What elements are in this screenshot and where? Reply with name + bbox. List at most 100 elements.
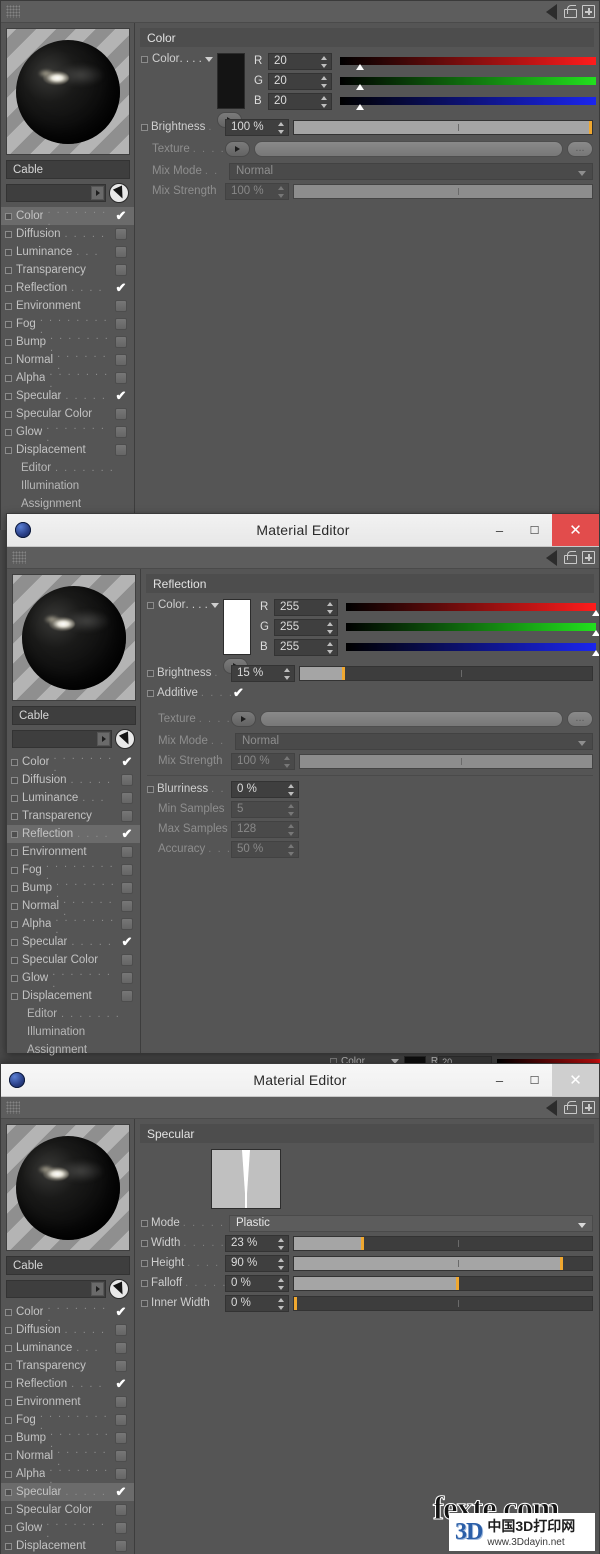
color-g-slider-2[interactable] <box>346 623 599 636</box>
channel-item-glow[interactable]: Glow. . . . . . . . <box>1 1516 134 1540</box>
channel-item-luminance[interactable]: Luminance. . . <box>1 243 134 261</box>
channel-keyframe-toggle[interactable] <box>11 866 18 874</box>
color-g-slider-1[interactable] <box>340 77 596 90</box>
channel-enable-checkbox[interactable] <box>121 972 133 984</box>
channel-keyframe-toggle[interactable] <box>5 1542 12 1550</box>
channel-enabled-checkmark[interactable]: ✔ <box>114 389 128 403</box>
material-preview-1[interactable] <box>6 28 130 155</box>
slider-knob[interactable] <box>360 1236 364 1250</box>
color-keyframe-toggle-1[interactable] <box>141 55 148 63</box>
channel-keyframe-toggle[interactable] <box>11 902 18 910</box>
color-mode-chevron-down-icon[interactable] <box>204 56 213 62</box>
channel-enable-checkbox[interactable] <box>115 318 127 330</box>
channel-keyframe-toggle[interactable] <box>11 758 18 766</box>
spinner-icon[interactable] <box>321 95 327 108</box>
channel-enable-checkbox[interactable] <box>121 954 133 966</box>
channel-enable-checkbox[interactable] <box>115 1360 127 1372</box>
channel-item-displacement[interactable]: Displacement <box>1 441 134 459</box>
channel-keyframe-toggle[interactable] <box>5 320 12 328</box>
channel-enable-checkbox[interactable] <box>115 228 127 240</box>
channel-item-specular[interactable]: Specular. . . . . ✔ <box>1 1483 134 1501</box>
cursor-arrow-icon[interactable] <box>109 1278 129 1299</box>
inner-width-input-3[interactable]: 0 % <box>225 1294 289 1312</box>
channel-keyframe-toggle[interactable] <box>5 212 12 220</box>
channel-item-reflection[interactable]: Reflection. . . . ✔ <box>1 279 134 297</box>
channel-item-reflection[interactable]: Reflection. . . . ✔ <box>7 825 140 843</box>
specular-mode-select[interactable]: Plastic <box>229 1214 593 1232</box>
width-input-3[interactable]: 23 % <box>225 1234 289 1252</box>
spinner-icon[interactable] <box>288 843 294 856</box>
channel-keyframe-toggle[interactable] <box>5 248 12 256</box>
channel-item-assignment[interactable]: Assignment <box>7 1041 140 1059</box>
channel-enable-checkbox[interactable] <box>121 792 133 804</box>
channel-enable-checkbox[interactable] <box>115 1432 127 1444</box>
channel-item-illumination[interactable]: Illumination <box>1 477 134 495</box>
channel-keyframe-toggle[interactable] <box>11 794 18 802</box>
channel-keyframe-toggle[interactable] <box>11 992 18 1000</box>
slider-knob[interactable] <box>560 1256 564 1270</box>
texture-browse-button-1[interactable]: ... <box>567 141 593 157</box>
material-preview-2[interactable] <box>12 574 136 701</box>
unlock-icon[interactable] <box>564 5 577 18</box>
inner-width-slider-3[interactable] <box>293 1295 593 1311</box>
color-r-slider-1[interactable] <box>340 57 596 70</box>
spinner-icon[interactable] <box>288 823 294 836</box>
channel-item-diffusion[interactable]: Diffusion. . . . . <box>1 225 134 243</box>
channel-keyframe-toggle[interactable] <box>5 374 12 382</box>
channel-keyframe-toggle[interactable] <box>5 410 12 418</box>
channel-keyframe-toggle[interactable] <box>5 302 12 310</box>
channel-enable-checkbox[interactable] <box>115 1468 127 1480</box>
channel-keyframe-toggle[interactable] <box>5 1308 12 1316</box>
slider-knob[interactable] <box>589 120 592 134</box>
channel-item-transparency[interactable]: Transparency <box>1 261 134 279</box>
channel-enable-checkbox[interactable] <box>115 246 127 258</box>
material-name-field-2[interactable]: Cable <box>12 706 136 725</box>
channel-enable-checkbox[interactable] <box>115 1342 127 1354</box>
channel-keyframe-toggle[interactable] <box>5 1380 12 1388</box>
titlebar-2[interactable]: Material Editor – ☐ ✕ <box>7 514 599 547</box>
blurriness-keyframe-toggle-2[interactable] <box>147 785 154 793</box>
channel-enable-checkbox[interactable] <box>121 900 133 912</box>
channel-enable-checkbox[interactable] <box>115 354 127 366</box>
color-swatch-2[interactable] <box>223 599 251 655</box>
mix-strength-input-2[interactable]: 100 % <box>231 752 295 770</box>
unlock-icon[interactable] <box>564 1101 577 1114</box>
channel-keyframe-toggle[interactable] <box>11 974 18 982</box>
texture-input-1[interactable] <box>254 141 563 157</box>
spinner-icon[interactable] <box>327 601 333 614</box>
channel-enabled-checkmark[interactable]: ✔ <box>120 755 134 769</box>
channel-enable-checkbox[interactable] <box>115 1396 127 1408</box>
color-b-slider-2[interactable] <box>346 643 599 656</box>
channel-enable-checkbox[interactable] <box>115 372 127 384</box>
spinner-icon[interactable] <box>278 1277 284 1290</box>
search-input-3[interactable] <box>6 1279 106 1298</box>
channel-keyframe-toggle[interactable] <box>5 284 12 292</box>
mix-strength-slider-2[interactable] <box>299 753 593 769</box>
channel-keyframe-toggle[interactable] <box>5 1452 12 1460</box>
texture-browse-button-2[interactable]: ... <box>567 711 593 727</box>
channel-enabled-checkmark[interactable]: ✔ <box>120 935 134 949</box>
channel-keyframe-toggle[interactable] <box>5 1326 12 1334</box>
channel-item-color[interactable]: Color. . . . . . . . ✔ <box>1 1300 134 1324</box>
spinner-icon[interactable] <box>284 755 290 768</box>
additive-keyframe-toggle-2[interactable] <box>147 689 154 697</box>
back-arrow-icon[interactable] <box>546 549 557 566</box>
channel-enabled-checkmark[interactable]: ✔ <box>120 827 134 841</box>
max-samples-input-2[interactable]: 128 <box>231 820 299 838</box>
channel-keyframe-toggle[interactable] <box>5 266 12 274</box>
slider-knob[interactable] <box>341 666 345 680</box>
height-keyframe-toggle-3[interactable] <box>141 1259 148 1267</box>
texture-input-2[interactable] <box>260 711 563 727</box>
channel-item-glow[interactable]: Glow. . . . . . . . <box>7 966 140 990</box>
channel-keyframe-toggle[interactable] <box>5 1524 12 1532</box>
search-input-1[interactable] <box>6 183 106 202</box>
channel-item-displacement[interactable]: Displacement <box>7 987 140 1005</box>
search-dropdown-arrow-icon[interactable] <box>97 731 110 746</box>
channel-item-alpha[interactable]: Alpha. . . . . . . . <box>7 912 140 936</box>
channel-item-specular[interactable]: Specular. . . . . ✔ <box>1 387 134 405</box>
spinner-icon[interactable] <box>288 783 294 796</box>
channel-keyframe-toggle[interactable] <box>5 392 12 400</box>
spinner-icon[interactable] <box>278 1297 284 1310</box>
channel-enabled-checkmark[interactable]: ✔ <box>114 1377 128 1391</box>
cursor-arrow-icon[interactable] <box>115 728 135 749</box>
